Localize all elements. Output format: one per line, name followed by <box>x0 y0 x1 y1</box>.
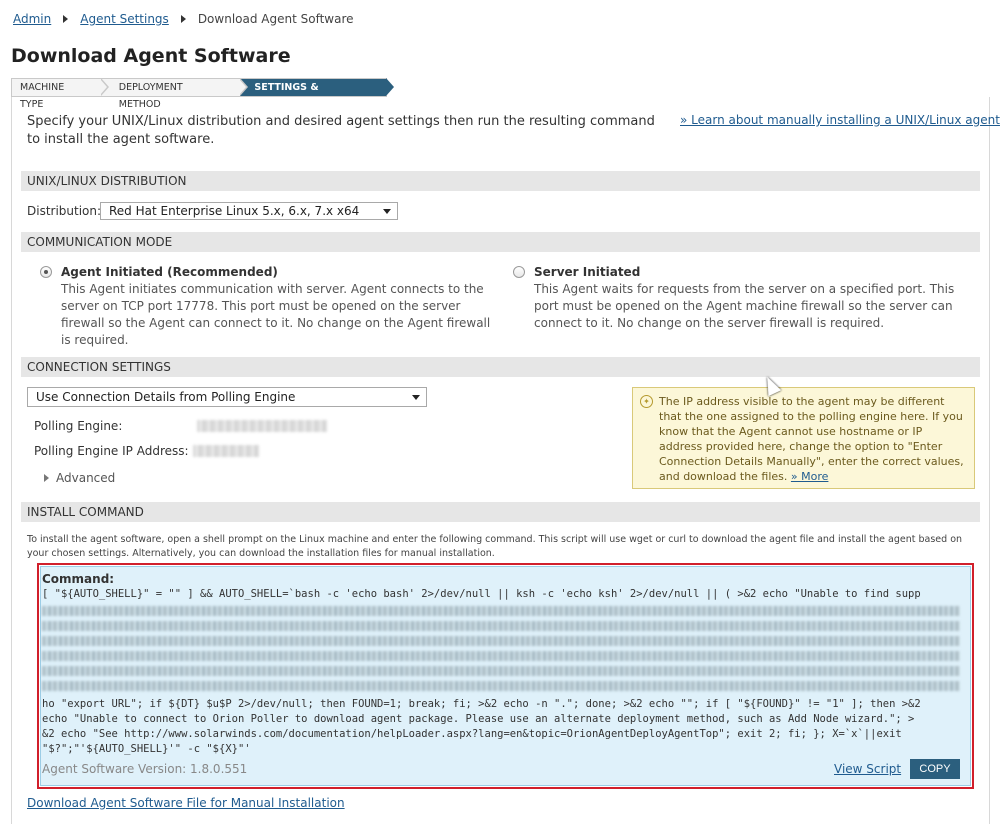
command-line: ho "export URL"; if ${DT} $u$P 2>/dev/nu… <box>42 698 921 710</box>
copy-button[interactable]: COPY <box>910 759 960 779</box>
breadcrumb-current: Download Agent Software <box>197 12 354 26</box>
breadcrumb-separator-icon <box>63 15 69 23</box>
agent-initiated-title: Agent Initiated (Recommended) <box>61 265 278 279</box>
server-initiated-desc: This Agent waits for requests from the s… <box>534 282 955 330</box>
breadcrumb-agent-settings-link[interactable]: Agent Settings <box>80 12 169 26</box>
command-line-redacted <box>42 606 960 616</box>
command-line-redacted <box>42 621 960 631</box>
polling-engine-label: Polling Engine: <box>34 419 123 433</box>
server-initiated-radio[interactable] <box>513 266 525 278</box>
chevron-right-icon <box>44 474 49 482</box>
command-line: &2 echo "See http://www.solarwinds.com/d… <box>42 728 902 740</box>
polling-engine-value-redacted <box>197 420 327 432</box>
breadcrumb: Admin Agent Settings Download Agent Soft… <box>13 12 354 26</box>
chevron-down-icon <box>412 395 420 400</box>
breadcrumb-admin-link[interactable]: Admin <box>13 12 51 26</box>
wizard-step-settings-files-urls[interactable]: SETTINGS & FILES/URLS <box>240 78 394 110</box>
command-line-redacted <box>42 666 960 676</box>
section-header-distribution: UNIX/LINUX DISTRIBUTION <box>21 171 980 191</box>
lightbulb-icon: ✦ <box>640 395 653 408</box>
view-script-link[interactable]: View Script <box>834 762 901 776</box>
command-line-first: [ "${AUTO_SHELL}" = "" ] && AUTO_SHELL=`… <box>42 588 921 600</box>
command-label: Command: <box>42 572 115 586</box>
wizard-steps: MACHINE TYPE DEPLOYMENT METHOD SETTINGS … <box>11 78 394 110</box>
ip-info-tip: ✦ The IP address visible to the agent ma… <box>632 387 975 489</box>
intro-text: Specify your UNIX/Linux distribution and… <box>27 114 655 147</box>
command-line: "$?";"'${AUTO_SHELL}'" -c "${X}"' <box>42 743 251 755</box>
install-instructions: To install the agent software, open a sh… <box>27 534 963 559</box>
chevron-down-icon <box>383 209 391 214</box>
advanced-toggle[interactable]: Advanced <box>44 471 115 485</box>
command-line-redacted <box>42 681 960 691</box>
server-initiated-title: Server Initiated <box>534 265 641 279</box>
wizard-step-machine-type[interactable]: MACHINE TYPE <box>12 78 109 110</box>
wizard-step-deployment-method[interactable]: DEPLOYMENT METHOD <box>101 78 249 110</box>
command-line-redacted <box>42 636 960 646</box>
agent-version: Agent Software Version: 1.8.0.551 <box>42 762 248 776</box>
download-manual-install-link[interactable]: Download Agent Software File for Manual … <box>27 796 345 810</box>
polling-engine-ip-label: Polling Engine IP Address: <box>34 444 189 458</box>
distribution-select[interactable]: Red Hat Enterprise Linux 5.x, 6.x, 7.x x… <box>100 202 398 220</box>
polling-engine-ip-redacted <box>193 445 259 457</box>
section-header-communication: COMMUNICATION MODE <box>21 232 980 252</box>
command-line: echo "Unable to connect to Orion Poller … <box>42 713 915 725</box>
page-title: Download Agent Software <box>11 45 291 67</box>
agent-initiated-desc: This Agent initiates communication with … <box>61 282 491 347</box>
section-header-connection: CONNECTION SETTINGS <box>21 357 980 377</box>
section-header-install: INSTALL COMMAND <box>21 502 980 522</box>
command-line-redacted <box>42 651 960 661</box>
connection-details-select[interactable]: Use Connection Details from Polling Engi… <box>27 387 427 407</box>
learn-manual-install-link[interactable]: » Learn about manually installing a UNIX… <box>680 113 1000 127</box>
distribution-label: Distribution: <box>27 204 102 218</box>
tip-more-link[interactable]: » More <box>791 470 829 483</box>
breadcrumb-separator-icon <box>180 15 186 23</box>
agent-initiated-radio[interactable] <box>40 266 52 278</box>
